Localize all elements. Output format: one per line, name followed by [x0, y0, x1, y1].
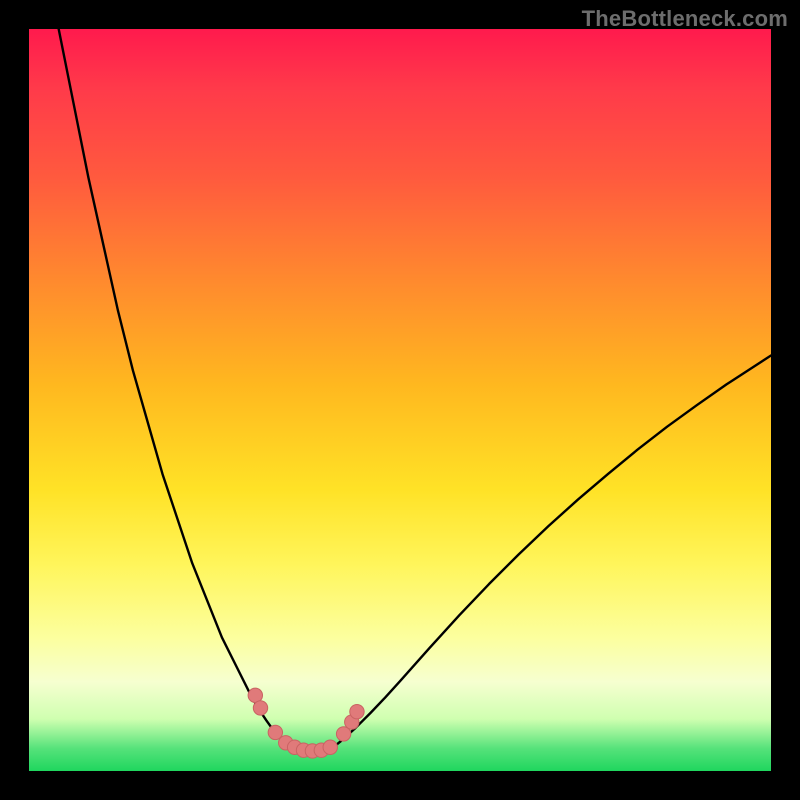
data-marker — [323, 740, 337, 754]
data-marker — [253, 701, 267, 715]
data-marker — [350, 704, 364, 718]
chart-frame: TheBottleneck.com — [0, 0, 800, 800]
plot-area — [29, 29, 771, 771]
bottleneck-curve — [59, 29, 771, 755]
watermark-text: TheBottleneck.com — [582, 6, 788, 32]
chart-canvas — [29, 29, 771, 771]
